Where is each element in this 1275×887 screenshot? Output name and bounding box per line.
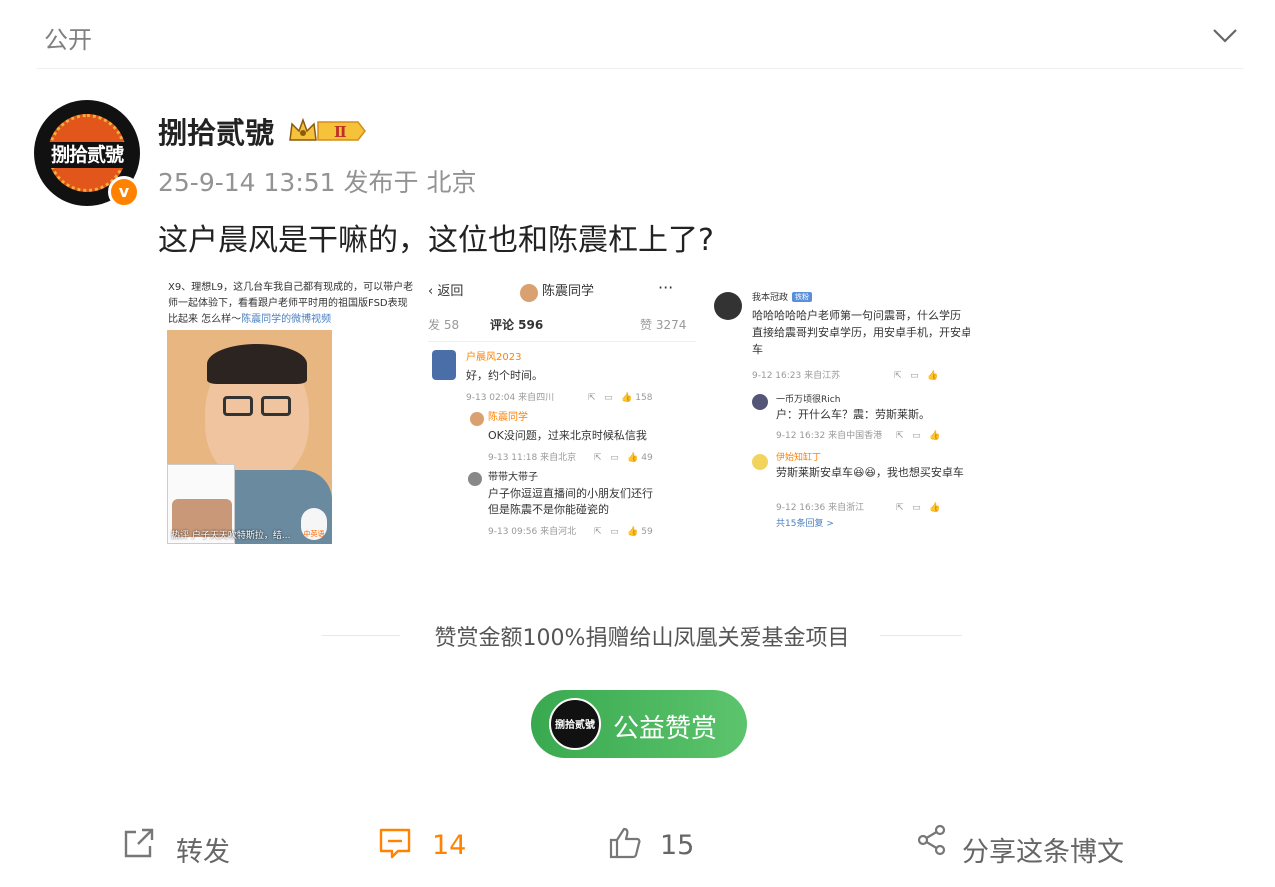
avatar: 捌拾贰號 [549,698,601,750]
back-button: ‹ 返回 [428,284,464,299]
reward-button-label: 公益赞赏 [613,714,718,744]
translate-badge: 中英语 [301,508,327,540]
reply-text: 户：开什么车？震：劳斯莱斯。 [776,408,930,421]
donation-text: 赞赏金额100%捐赠给山凤凰关爱基金项目 [434,626,850,651]
fan-badge: 铁粉 [792,292,812,302]
vip-crown-icon[interactable]: Ⅱ [288,116,366,146]
tab-repost: 发 58 [428,318,460,332]
comment-time: 9-12 16:23 来自江苏 [752,371,841,381]
comment-time: 9-13 09:56 来自河北 [488,527,577,537]
video-frame: 热评 户子天天吹特斯拉，结... 中英语 [167,330,332,544]
like-count: 15 [660,830,695,861]
share-icon [917,824,946,856]
thumbs-up-icon [609,827,641,859]
comment-text: 直接给震哥判安卓学历，用安卓手机，开安卓 [752,326,970,339]
avatar [714,292,742,320]
avatar [752,394,768,410]
comment-text: 户子你逗逗直播间的小朋友们还行 [488,487,653,500]
repost-icon [124,828,154,858]
verified-icon: v [108,176,140,208]
post-header-bar: 公开 [0,0,1275,70]
comment-icon [379,828,411,859]
comment-actions: ⇱ ▭ 👍 49 [594,453,653,463]
avatar [470,412,484,426]
share-button[interactable]: 分享这条博文 [916,822,1126,870]
avatar [520,284,538,302]
avatar [432,350,456,380]
svg-text:Ⅱ: Ⅱ [334,123,347,141]
image1-caption-line: 师一起体验下，看看跟户老师平时用的祖国版FSD表现 [168,298,408,309]
tab-divider [428,341,696,342]
more-replies-link: 共15条回复 > [776,519,834,529]
repost-button[interactable]: 转发 [122,822,262,870]
author-name[interactable]: 捌拾贰號 [158,110,274,152]
avatar [468,472,482,486]
comment-text: OK没问题，过来北京时候私信我 [488,429,647,442]
post-image-1[interactable]: X9、理想L9，这几台车我自己都有现成的，可以带户老 师一起体验下，看看跟户老师… [164,270,418,545]
share-label: 分享这条博文 [962,837,1124,868]
more-icon: ··· [658,278,674,297]
reply-user: 伊始知缸丁 [776,453,822,463]
donation-info: 赞赏金额100%捐赠给山凤凰关爱基金项目 [322,620,962,651]
post-meta: 25-9-14 13:51 发布于 北京 [158,163,476,199]
reward-button[interactable]: 捌拾贰號 公益赞赏 [531,690,747,758]
person-hair [207,344,307,384]
comment-actions: ⇱ ▭ 👍 [894,371,939,381]
comment-text: 但是陈震不是你能碰瓷的 [488,503,609,516]
reply-text: 劳斯莱斯安卓车😆😆，我也想买安卓车 [776,466,964,479]
comment-actions: ⇱ ▭ 👍 59 [594,527,653,537]
image1-caption-line: 比起来 怎么样～陈震同学的微博视频 [168,314,332,325]
post-image-3[interactable]: 我本冠政 铁粉 哈哈哈哈哈户老师第一句问震哥，什么学历 直接给震哥判安卓学历，用… [706,270,970,545]
comment-user: 带带大带子 [488,472,538,483]
comment-user: 陈震同学 [488,412,528,423]
comment-button[interactable]: 14 [378,822,498,870]
repost-label: 转发 [176,837,230,868]
like-button[interactable]: 15 [608,822,708,870]
post-text: 这户晨风是干嘛的，这位也和陈震杠上了? [158,223,714,258]
comment-user: 我本冠政 [752,293,789,303]
glasses-icon [223,396,253,416]
post-source: 发布于 北京 [343,168,477,197]
image1-caption-line: X9、理想L9，这几台车我自己都有现成的，可以带户老 [168,282,414,293]
tab-like: 赞 3274 [640,318,687,332]
video-link: 陈震同学的微博视频 [241,314,332,325]
comment-actions: ⇱ ▭ 👍 158 [588,393,653,403]
header-divider [36,68,1244,69]
comment-time: 9-13 11:18 来自北京 [488,453,577,463]
chevron-down-icon[interactable] [1210,20,1240,50]
reply-time: 9-12 16:32 来自中国香港 [776,431,883,441]
comment-text: 哈哈哈哈哈户老师第一句问震哥，什么学历 [752,309,961,322]
comment-count: 14 [432,830,467,861]
avatar-logo-text: 捌拾贰號 [50,144,124,166]
tab-comment: 评论 596 [490,318,544,332]
visibility-label: 公开 [44,26,92,54]
avatar [752,454,768,470]
post-timestamp[interactable]: 25-9-14 13:51 [158,168,336,197]
screenshot-title: 陈震同学 [542,284,595,299]
reply-user: 一币万顷很Rich [776,395,841,405]
comment-text: 好，约个时间。 [466,369,543,382]
post-image-2[interactable]: ‹ 返回 陈震同学 ··· 发 58 评论 596 赞 3274 户晨风2023… [428,270,696,545]
comment-text: 车 [752,343,763,356]
reply-time: 9-12 16:36 来自浙江 [776,503,865,513]
comment-time: 9-13 02:04 来自四川 [466,393,555,403]
image1-thumb-caption: 热评 户子天天吹特斯拉，结... [171,531,291,541]
comment-user: 户晨风2023 [466,352,522,363]
comment-actions: ⇱ ▭ 👍 [896,431,941,441]
comment-actions: ⇱ ▭ 👍 [896,503,941,513]
